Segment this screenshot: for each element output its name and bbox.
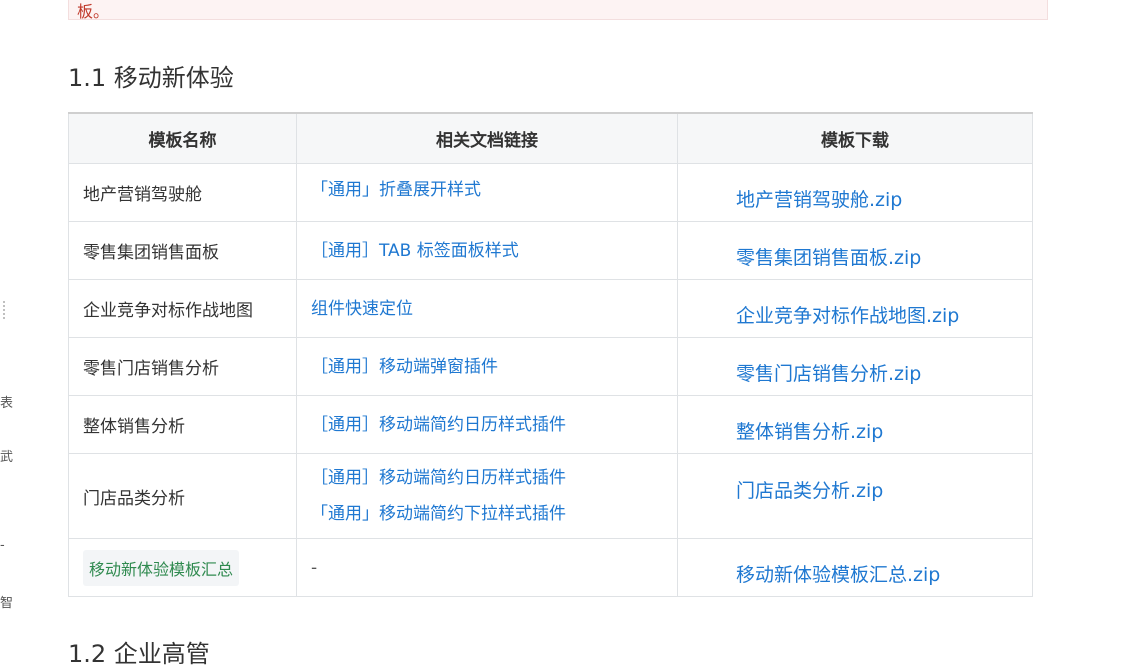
download-link[interactable]: 整体销售分析.zip (736, 421, 883, 443)
template-table: 模板名称 相关文档链接 模板下载 地产营销驾驶舱 「通用」折叠展开样式 地产营销… (68, 112, 1033, 597)
doc-links-cell: - (295, 538, 679, 597)
doc-link[interactable]: ［通用］移动端简约日历样式插件 (311, 460, 663, 496)
header-doc-links: 相关文档链接 (295, 112, 679, 164)
download-link[interactable]: 零售集团销售面板.zip (736, 247, 921, 269)
table-row: 地产营销驾驶舱 「通用」折叠展开样式 地产营销驾驶舱.zip (68, 163, 1033, 222)
doc-link[interactable]: ［通用］TAB 标签面板样式 (311, 233, 663, 269)
download-cell: 移动新体验模板汇总.zip (677, 538, 1033, 597)
table-row: 门店品类分析 ［通用］移动端简约日历样式插件 「通用」移动端简约下拉样式插件 门… (68, 453, 1033, 539)
download-cell: 地产营销驾驶舱.zip (677, 163, 1033, 222)
template-name: 零售集团销售面板 (68, 221, 297, 280)
download-cell: 零售门店销售分析.zip (677, 337, 1033, 396)
template-name: 零售门店销售分析 (68, 337, 297, 396)
doc-links-cell: 「通用」折叠展开样式 (295, 163, 679, 222)
summary-tag: 移动新体验模板汇总 (83, 549, 240, 586)
table-row: 企业竞争对标作战地图 组件快速定位 企业竞争对标作战地图.zip (68, 279, 1033, 338)
download-cell: 零售集团销售面板.zip (677, 221, 1033, 280)
doc-links-cell: ［通用］TAB 标签面板样式 (295, 221, 679, 280)
left-fragment: 智 (0, 596, 14, 611)
header-template-name: 模板名称 (68, 112, 297, 164)
doc-links-cell: 组件快速定位 (295, 279, 679, 338)
table-row: 零售门店销售分析 ［通用］移动端弹窗插件 零售门店销售分析.zip (68, 337, 1033, 396)
download-link[interactable]: 门店品类分析.zip (736, 480, 883, 502)
left-fragment: 表 (0, 396, 14, 411)
table-row: 整体销售分析 ［通用］移动端简约日历样式插件 整体销售分析.zip (68, 395, 1033, 454)
download-link[interactable]: 移动新体验模板汇总.zip (736, 564, 940, 586)
doc-links-cell: ［通用］移动端弹窗插件 (295, 337, 679, 396)
table-header-row: 模板名称 相关文档链接 模板下载 (68, 112, 1033, 164)
left-fragment: - (0, 538, 5, 553)
download-link[interactable]: 企业竞争对标作战地图.zip (736, 305, 959, 327)
left-sidebar-edge (0, 0, 6, 670)
download-cell: 企业竞争对标作战地图.zip (677, 279, 1033, 338)
doc-link[interactable]: 「通用」折叠展开样式 (311, 172, 663, 208)
doc-link[interactable]: 组件快速定位 (311, 291, 663, 327)
template-name: 门店品类分析 (68, 453, 297, 539)
doc-link[interactable]: ［通用］移动端弹窗插件 (311, 349, 663, 385)
table-row: 移动新体验模板汇总 - 移动新体验模板汇总.zip (68, 538, 1033, 597)
template-name: 地产营销驾驶舱 (68, 163, 297, 222)
left-fragment: 武 (0, 450, 14, 465)
doc-links-cell: ［通用］移动端简约日历样式插件 「通用」移动端简约下拉样式插件 (295, 453, 679, 539)
header-download: 模板下载 (677, 112, 1033, 164)
download-cell: 整体销售分析.zip (677, 395, 1033, 454)
note-text: 板。 (77, 2, 110, 21)
template-name: 企业竞争对标作战地图 (68, 279, 297, 338)
section-heading: 1.2 企业高管 (68, 640, 210, 668)
doc-links-cell: ［通用］移动端简约日历样式插件 (295, 395, 679, 454)
empty-doc-placeholder: - (310, 557, 318, 578)
table-row: 零售集团销售面板 ［通用］TAB 标签面板样式 零售集团销售面板.zip (68, 221, 1033, 280)
template-name: 整体销售分析 (68, 395, 297, 454)
doc-link[interactable]: 「通用」移动端简约下拉样式插件 (311, 496, 663, 532)
download-link[interactable]: 地产营销驾驶舱.zip (736, 189, 902, 211)
warning-note: 板。 (68, 0, 1048, 21)
section-heading: 1.1 移动新体验 (68, 64, 234, 92)
download-cell: 门店品类分析.zip (677, 453, 1033, 539)
download-link[interactable]: 零售门店销售分析.zip (736, 363, 921, 385)
drag-handle-icon[interactable] (2, 300, 6, 320)
template-name-cell: 移动新体验模板汇总 (68, 538, 297, 597)
doc-link[interactable]: ［通用］移动端简约日历样式插件 (311, 407, 663, 443)
